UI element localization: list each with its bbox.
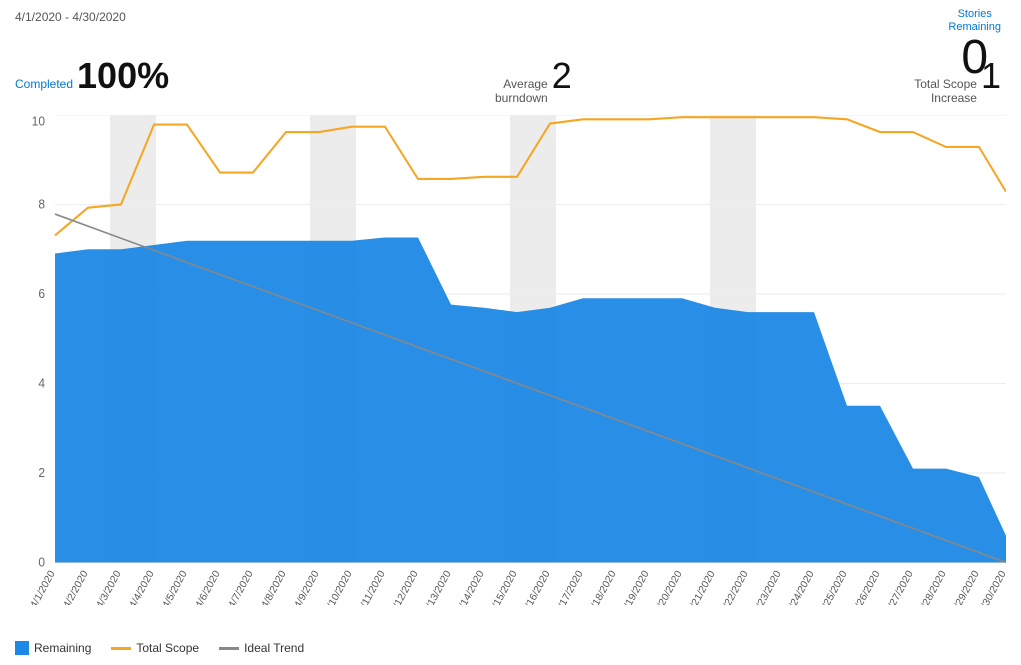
svg-text:4/14/2020: 4/14/2020 xyxy=(455,569,487,605)
total-scope-label: Total Scope Increase xyxy=(914,77,977,105)
svg-text:4/26/2020: 4/26/2020 xyxy=(851,569,883,605)
avg-burndown-value: 2 xyxy=(552,55,572,97)
svg-text:4/1/2020: 4/1/2020 xyxy=(29,569,58,605)
total-scope-value: 1 xyxy=(981,55,1001,97)
svg-text:4/10/2020: 4/10/2020 xyxy=(323,569,355,605)
legend-ideal-trend: Ideal Trend xyxy=(219,641,304,655)
main-container: 4/1/2020 - 4/30/2020 Stories Remaining 0… xyxy=(0,0,1021,665)
svg-text:4/28/2020: 4/28/2020 xyxy=(917,569,949,605)
svg-text:4/19/2020: 4/19/2020 xyxy=(620,569,652,605)
svg-text:10: 10 xyxy=(32,115,45,129)
svg-text:8: 8 xyxy=(38,197,45,211)
svg-text:4: 4 xyxy=(38,376,45,390)
svg-text:4/12/2020: 4/12/2020 xyxy=(389,569,421,605)
burndown-chart: 0 2 4 6 8 10 4/1/2020 xyxy=(15,115,1006,605)
completed-stat: Completed 100% xyxy=(15,55,169,97)
svg-text:4/29/2020: 4/29/2020 xyxy=(950,569,982,605)
legend-remaining: Remaining xyxy=(15,641,91,655)
svg-text:4/2/2020: 4/2/2020 xyxy=(62,569,91,605)
stats-row: Completed 100% Average burndown 2 Total … xyxy=(15,55,1001,97)
svg-text:4/8/2020: 4/8/2020 xyxy=(260,569,289,605)
svg-text:4/22/2020: 4/22/2020 xyxy=(719,569,751,605)
svg-text:4/30/2020: 4/30/2020 xyxy=(977,569,1006,605)
svg-text:4/4/2020: 4/4/2020 xyxy=(128,569,157,605)
svg-text:4/25/2020: 4/25/2020 xyxy=(818,569,850,605)
legend-ideal-trend-line xyxy=(219,647,239,650)
svg-text:4/21/2020: 4/21/2020 xyxy=(686,569,718,605)
svg-text:0: 0 xyxy=(38,555,45,569)
legend-total-scope-line xyxy=(111,647,131,650)
svg-text:4/18/2020: 4/18/2020 xyxy=(587,569,619,605)
svg-text:4/17/2020: 4/17/2020 xyxy=(554,569,586,605)
avg-burndown-label: Average burndown xyxy=(495,77,548,105)
date-range: 4/1/2020 - 4/30/2020 xyxy=(15,10,126,24)
total-scope-stat: Total Scope Increase 1 xyxy=(914,55,1001,105)
legend-remaining-box xyxy=(15,641,29,655)
legend-ideal-trend-label: Ideal Trend xyxy=(244,641,304,655)
svg-text:4/9/2020: 4/9/2020 xyxy=(293,569,322,605)
svg-text:4/7/2020: 4/7/2020 xyxy=(227,569,256,605)
svg-text:4/16/2020: 4/16/2020 xyxy=(521,569,553,605)
svg-text:6: 6 xyxy=(38,287,45,301)
legend-total-scope-label: Total Scope xyxy=(136,641,199,655)
chart-legend: Remaining Total Scope Ideal Trend xyxy=(15,641,304,655)
svg-text:2: 2 xyxy=(38,466,45,480)
svg-text:4/23/2020: 4/23/2020 xyxy=(752,569,784,605)
chart-area: 0 2 4 6 8 10 4/1/2020 xyxy=(15,115,1006,605)
legend-remaining-label: Remaining xyxy=(34,641,91,655)
svg-text:4/15/2020: 4/15/2020 xyxy=(488,569,520,605)
legend-total-scope: Total Scope xyxy=(111,641,199,655)
svg-text:4/13/2020: 4/13/2020 xyxy=(422,569,454,605)
svg-text:4/11/2020: 4/11/2020 xyxy=(356,569,387,605)
completed-label: Completed xyxy=(15,77,73,91)
svg-text:4/20/2020: 4/20/2020 xyxy=(653,569,685,605)
svg-text:4/6/2020: 4/6/2020 xyxy=(194,569,223,605)
svg-text:4/24/2020: 4/24/2020 xyxy=(785,569,817,605)
svg-text:4/5/2020: 4/5/2020 xyxy=(161,569,190,605)
avg-burndown-stat: Average burndown 2 xyxy=(495,55,572,105)
svg-text:4/3/2020: 4/3/2020 xyxy=(95,569,124,605)
completed-value: 100% xyxy=(77,55,169,97)
svg-text:4/27/2020: 4/27/2020 xyxy=(884,569,916,605)
